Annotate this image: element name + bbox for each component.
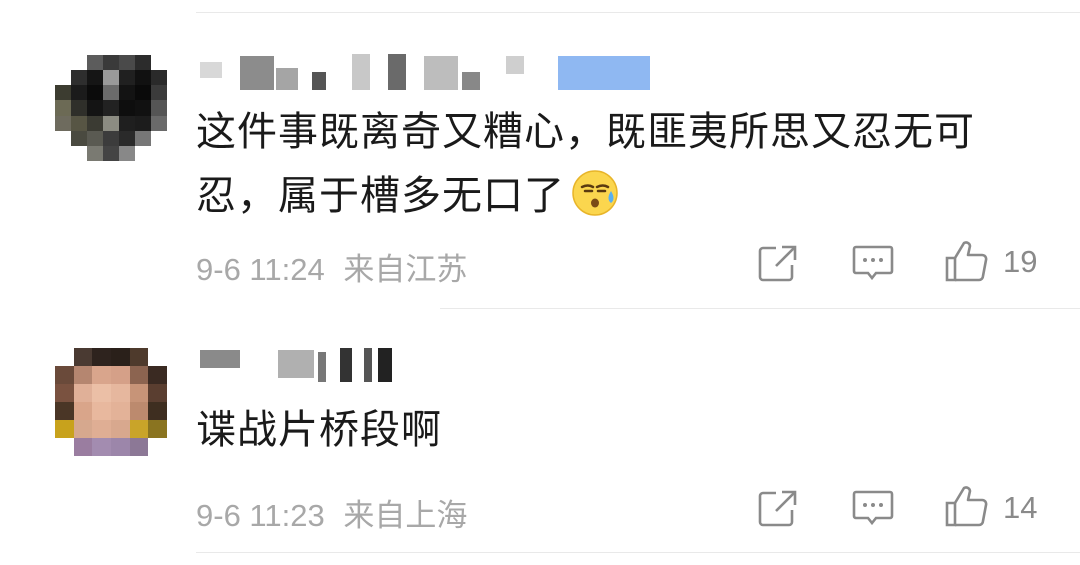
comment-item: 谍战片桥段啊 9-6 11:23 来自上海 14 (0, 0, 1080, 565)
avatar[interactable] (55, 348, 167, 456)
comment-meta: 9-6 11:23 来自上海 (196, 490, 467, 535)
share-icon[interactable] (758, 489, 798, 531)
thumbs-up-icon[interactable] (944, 483, 990, 533)
like-count: 14 (1003, 490, 1038, 525)
location: 来自上海 (343, 498, 468, 533)
comment-icon[interactable] (852, 489, 894, 533)
bottom-divider (196, 552, 1080, 553)
username-blurred[interactable] (200, 342, 392, 382)
comment-text: 谍战片桥段啊 (196, 407, 442, 453)
timestamp: 9-6 11:23 (196, 498, 325, 533)
